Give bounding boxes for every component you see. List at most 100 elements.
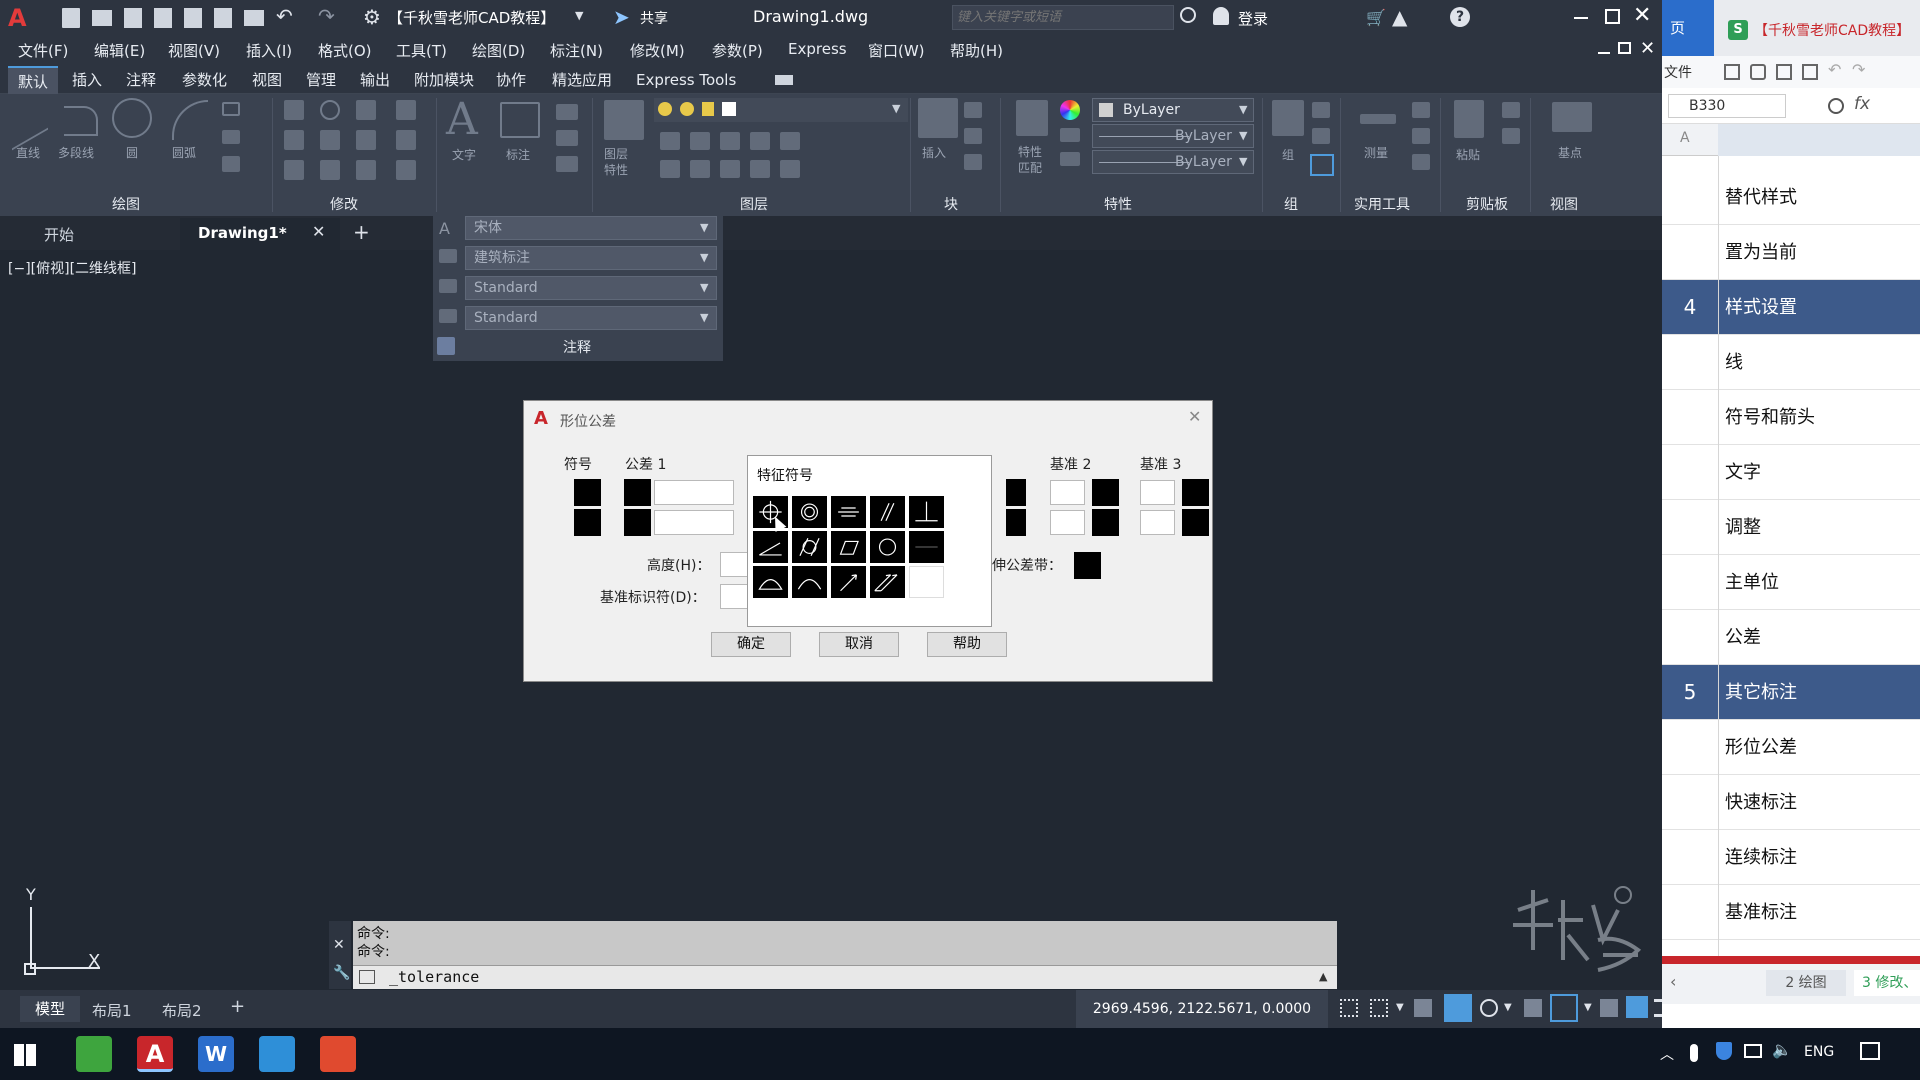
- tab-output[interactable]: 输出: [350, 66, 400, 94]
- panel-draw-label[interactable]: 绘图: [112, 194, 140, 214]
- chevron-down-icon[interactable]: ▼: [1396, 1002, 1404, 1013]
- layer-properties-label[interactable]: 图层 特性: [604, 146, 628, 178]
- linear-dim-icon[interactable]: [556, 104, 578, 120]
- diameter-1-button[interactable]: [624, 479, 651, 506]
- layer-tool-icon[interactable]: [750, 160, 770, 178]
- rectangle-icon[interactable]: [222, 102, 240, 116]
- doc-minimize-button[interactable]: [1598, 52, 1610, 54]
- cell-reference-box[interactable]: B330: [1668, 94, 1786, 118]
- utility-icon[interactable]: [1412, 102, 1430, 118]
- layer-tool-icon[interactable]: [780, 160, 800, 178]
- list-item[interactable]: 快速标注: [1662, 775, 1920, 830]
- match-properties-icon[interactable]: [1016, 100, 1048, 136]
- recorder-taskbar-icon[interactable]: [320, 1036, 356, 1072]
- share-button[interactable]: 共享: [640, 8, 668, 28]
- menu-insert[interactable]: 插入(I): [246, 40, 292, 61]
- datum3-value-2[interactable]: [1140, 510, 1175, 535]
- circle-icon[interactable]: [112, 98, 152, 138]
- undo-icon[interactable]: ↶: [276, 4, 293, 28]
- layer-tool-icon[interactable]: [660, 160, 680, 178]
- command-close-icon[interactable]: ✕: [333, 937, 345, 953]
- wps-undo-icon[interactable]: ↶: [1828, 60, 1841, 79]
- tolerance1-value-2[interactable]: [654, 510, 734, 535]
- menu-tools[interactable]: 工具(T): [396, 40, 447, 61]
- grid-icon[interactable]: [1340, 999, 1358, 1017]
- explode-icon[interactable]: [396, 130, 416, 150]
- menu-express[interactable]: Express: [788, 40, 847, 58]
- wps-preview-icon[interactable]: [1802, 64, 1818, 80]
- paste-icon[interactable]: [1454, 100, 1484, 138]
- copy-icon[interactable]: [284, 130, 304, 150]
- workspace-switch-icon[interactable]: [1626, 996, 1648, 1018]
- cart-icon[interactable]: 🛒: [1366, 8, 1386, 27]
- layer-tool-icon[interactable]: [780, 132, 800, 150]
- annotation-panel-label[interactable]: 注释: [563, 337, 591, 357]
- tolerance1-value-1[interactable]: [654, 480, 734, 505]
- list-item[interactable]: 基准标注: [1662, 885, 1920, 940]
- panel-utilities-label[interactable]: 实用工具: [1354, 194, 1410, 214]
- symbol-perpendicularity-button[interactable]: [909, 496, 944, 528]
- green-app-icon[interactable]: [76, 1036, 112, 1072]
- table-style-dropdown[interactable]: Standard ▼: [465, 306, 717, 330]
- osnap-icon[interactable]: [1550, 994, 1578, 1022]
- symbol-concentricity-button[interactable]: [792, 496, 827, 528]
- panel-group-label[interactable]: 组: [1284, 194, 1298, 214]
- rotate-icon[interactable]: [320, 100, 340, 120]
- snap-icon[interactable]: [1370, 999, 1388, 1017]
- layer-tool-icon[interactable]: [690, 160, 710, 178]
- menu-window[interactable]: 窗口(W): [868, 40, 925, 61]
- group-icon[interactable]: [1272, 100, 1304, 136]
- wps-zoom-icon[interactable]: [1828, 98, 1844, 114]
- list-item[interactable]: 公差: [1662, 610, 1920, 665]
- insert-block-icon[interactable]: [918, 98, 958, 138]
- tab-manage[interactable]: 管理: [296, 66, 346, 94]
- hatch-icon[interactable]: [222, 130, 240, 144]
- tab-layout1[interactable]: 布局1: [92, 1000, 132, 1021]
- group-select-icon[interactable]: [1310, 154, 1334, 176]
- panel-modify-label[interactable]: 修改: [330, 194, 358, 214]
- notification-icon[interactable]: [1860, 1042, 1880, 1060]
- coordinate-readout[interactable]: 2969.4596, 2122.5671, 0.0000: [1076, 990, 1328, 1028]
- tab-model[interactable]: 模型: [20, 996, 80, 1022]
- layer-tool-icon[interactable]: [720, 160, 740, 178]
- layer-properties-icon[interactable]: [604, 100, 644, 140]
- login-button[interactable]: 登录: [1238, 8, 1268, 29]
- list-item[interactable]: 替代样式: [1662, 170, 1920, 225]
- layer-tool-icon[interactable]: [720, 132, 740, 150]
- layer-dropdown[interactable]: ▼: [654, 98, 908, 122]
- menu-help[interactable]: 帮助(H): [950, 40, 1003, 61]
- wps-export-icon[interactable]: [1750, 64, 1766, 80]
- wps-file-menu[interactable]: 文件: [1664, 62, 1692, 82]
- share-icon[interactable]: ➤: [613, 5, 630, 29]
- panel-clipboard-label[interactable]: 剪贴板: [1466, 194, 1508, 214]
- chevron-down-icon[interactable]: ▼: [1584, 1002, 1592, 1013]
- wps-print-icon[interactable]: [1776, 64, 1792, 80]
- menu-dimension[interactable]: 标注(N): [550, 40, 603, 61]
- wps-redo-icon[interactable]: ↷: [1852, 60, 1865, 79]
- circle-tool-label[interactable]: 圆: [126, 144, 138, 161]
- polar-icon[interactable]: [1480, 999, 1498, 1017]
- tab-insert[interactable]: 插入: [62, 66, 112, 94]
- infer-icon[interactable]: [1414, 999, 1432, 1017]
- layer-tool-icon[interactable]: [690, 132, 710, 150]
- search-icon[interactable]: [1180, 7, 1196, 23]
- menu-draw[interactable]: 绘图(D): [472, 40, 525, 61]
- group-edit-icon[interactable]: [1312, 128, 1330, 144]
- datum-identifier-input[interactable]: [720, 584, 748, 609]
- microphone-icon[interactable]: [1690, 1044, 1698, 1062]
- tab-express-tools[interactable]: Express Tools: [626, 66, 746, 94]
- list-item[interactable]: 文字: [1662, 445, 1920, 500]
- utility-icon[interactable]: [1412, 128, 1430, 144]
- symbol-angularity-button[interactable]: [753, 531, 788, 563]
- height-input[interactable]: [720, 552, 748, 577]
- symbol-symmetry-button[interactable]: [831, 496, 866, 528]
- symbol-total-runout-button[interactable]: [870, 566, 905, 598]
- datum1-material-button-2[interactable]: [1006, 509, 1026, 536]
- table-icon[interactable]: [222, 156, 240, 172]
- leader-style-dropdown[interactable]: Standard ▼: [465, 276, 717, 300]
- base-tool-label[interactable]: 基点: [1558, 144, 1582, 161]
- tab-view[interactable]: 视图: [242, 66, 292, 94]
- fillet-icon[interactable]: [356, 130, 376, 150]
- edit-block-icon[interactable]: [964, 128, 982, 144]
- base-point-icon[interactable]: [1552, 102, 1592, 132]
